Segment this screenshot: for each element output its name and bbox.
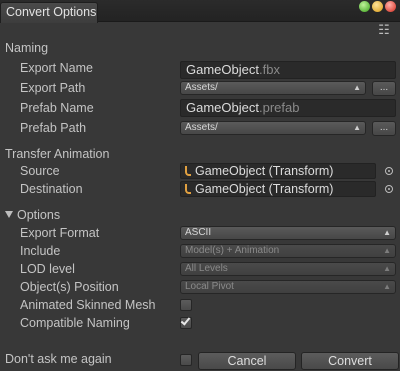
include-dropdown[interactable]: Model(s) + Animation ▲ [180,244,396,258]
dropdown-arrows-icon: ▲ [353,123,361,132]
include-value: Model(s) + Animation [185,245,280,256]
prefab-name-base: GameObject [186,100,259,115]
source-label: Source [20,164,60,178]
naming-section-label: Naming [5,41,49,55]
dropdown-arrows-icon: ▲ [383,282,391,291]
prefab-path-browse-button[interactable]: ... [372,121,396,136]
export-name-base: GameObject [186,62,259,77]
source-object-field[interactable]: GameObject (Transform) [180,163,376,179]
export-format-value: ASCII [185,227,212,238]
export-path-value: Assets/ [185,82,218,93]
transfer-animation-section: Transfer Animation [0,145,400,163]
export-path-label: Export Path [20,81,86,95]
prefab-path-dropdown[interactable]: Assets/ ▲ [180,121,366,135]
export-path-browse-button[interactable]: ... [372,81,396,96]
compatible-naming-label: Compatible Naming [20,316,130,330]
export-format-row: Export Format ASCII ▲ [0,224,400,242]
transform-icon [185,184,191,194]
lod-level-label: LOD level [20,262,75,276]
compatible-naming-checkbox[interactable] [180,315,192,329]
minimize-window-icon[interactable] [372,1,383,12]
footer-row: Don't ask me again Cancel Convert [0,350,400,370]
export-format-label: Export Format [20,226,100,240]
object-position-row: Object(s) Position Local Pivot ▲ [0,278,400,296]
dropdown-arrows-icon: ▲ [383,264,391,273]
checkmark-icon [180,315,191,326]
options-foldout[interactable]: Options [0,206,400,224]
convert-button[interactable]: Convert [301,352,399,370]
dropdown-arrows-icon: ▲ [383,246,391,255]
naming-section: Naming [0,39,400,57]
tab-convert-options[interactable]: Convert Options [0,2,98,23]
animated-skinned-mesh-checkbox[interactable] [180,299,192,311]
maximize-window-icon[interactable] [359,1,370,12]
foldout-expanded-icon[interactable] [5,211,13,218]
destination-object-picker-icon[interactable] [385,185,393,193]
prefab-path-label: Prefab Path [20,121,87,135]
source-value: GameObject (Transform) [195,164,334,178]
prefab-name-label: Prefab Name [20,101,94,115]
destination-value: GameObject (Transform) [195,182,334,196]
destination-row: Destination GameObject (Transform) [0,180,400,198]
export-name-row: Export Name GameObject.fbx [0,59,400,79]
lod-level-dropdown[interactable]: All Levels ▲ [180,262,396,276]
export-name-extension: .fbx [258,62,280,77]
options-section-label: Options [17,208,61,222]
export-name-label: Export Name [20,61,93,75]
close-window-icon[interactable] [385,1,396,12]
object-position-dropdown[interactable]: Local Pivot ▲ [180,280,396,294]
source-object-picker-icon[interactable] [385,167,393,175]
dont-ask-checkbox[interactable] [180,354,192,366]
include-row: Include Model(s) + Animation ▲ [0,242,400,260]
export-path-dropdown[interactable]: Assets/ ▲ [180,81,366,95]
animated-skinned-mesh-label: Animated Skinned Mesh [20,298,156,312]
cancel-button[interactable]: Cancel [198,352,296,370]
animated-skinned-mesh-row: Animated Skinned Mesh [0,296,400,314]
source-row: Source GameObject (Transform) [0,162,400,180]
transfer-animation-section-label: Transfer Animation [5,147,110,161]
lod-level-value: All Levels [185,263,228,274]
lod-level-row: LOD level All Levels ▲ [0,260,400,278]
prefab-name-extension: .prefab [258,100,300,115]
export-format-dropdown[interactable]: ASCII ▲ [180,226,396,240]
prefab-path-row: Prefab Path Assets/ ▲ ... [0,119,400,137]
dont-ask-label: Don't ask me again [5,352,112,366]
dropdown-arrows-icon: ▲ [353,83,361,92]
prefab-name-row: Prefab Name GameObject.prefab [0,99,400,117]
include-label: Include [20,244,61,258]
object-position-value: Local Pivot [185,281,234,292]
object-position-label: Object(s) Position [20,280,119,294]
transform-icon [185,166,191,176]
settings-sliders-icon[interactable]: ☷ [376,22,392,38]
export-name-input[interactable]: GameObject.fbx [180,61,396,79]
prefab-path-value: Assets/ [185,122,218,133]
dropdown-arrows-icon: ▲ [383,228,391,237]
destination-object-field[interactable]: GameObject (Transform) [180,181,376,197]
destination-label: Destination [20,182,83,196]
export-path-row: Export Path Assets/ ▲ ... [0,79,400,97]
compatible-naming-row: Compatible Naming [0,314,400,332]
prefab-name-input[interactable]: GameObject.prefab [180,99,396,117]
window-titlebar: Convert Options [0,0,400,23]
